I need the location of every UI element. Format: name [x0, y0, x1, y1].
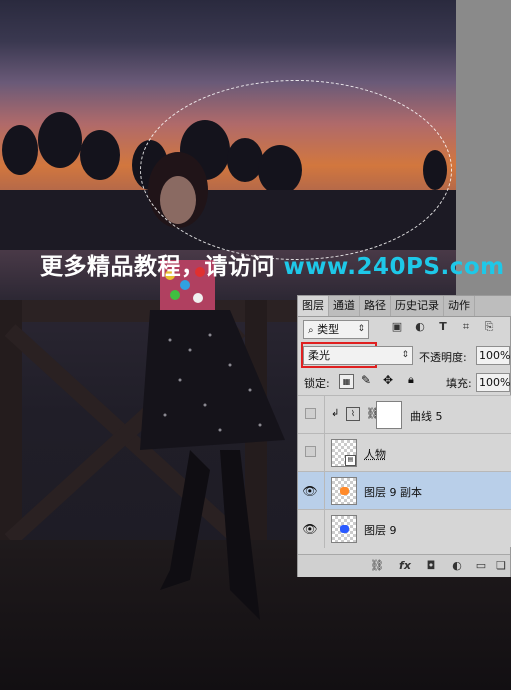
link-icon[interactable]: ⛓︎ — [370, 559, 384, 573]
lock-row: 锁定: ▦ ✎ ✥ 🔒︎ 填充: 100% — [298, 370, 511, 394]
filter-kind-select[interactable]: ⌕ 类型 ⇕ — [303, 320, 369, 339]
divider — [324, 434, 325, 472]
new-layer-icon[interactable]: ❏ — [494, 559, 508, 573]
lock-brush-icon[interactable]: ✎ — [361, 373, 371, 387]
eye-icon[interactable]: 👁︎ — [302, 521, 318, 537]
opacity-label: 不透明度: — [419, 349, 467, 365]
layer-mask-thumbnail — [376, 401, 402, 429]
lock-all-icon[interactable]: 🔒︎ — [408, 373, 414, 387]
layer-name: 曲线 5 — [410, 408, 443, 424]
fx-icon[interactable]: fx — [398, 559, 412, 573]
orange-paint-mark — [340, 487, 349, 495]
filter-row: ⌕ 类型 ⇕ ▣ ◐ T ⌗ ⎘ — [298, 317, 511, 341]
watermark: 更多精品教程，请访问 www.240PS.com — [40, 247, 505, 281]
panel-bottom-bar: ⛓︎ fx ◘ ◐ ▭ ❏ — [298, 554, 510, 577]
elliptical-selection[interactable] — [140, 80, 452, 260]
shape-filter-icon[interactable]: ⌗ — [459, 320, 473, 334]
tab-paths[interactable]: 路径 — [360, 296, 391, 316]
lock-transparent-icon[interactable]: ▦ — [339, 374, 354, 389]
layer-thumbnail: ▤ — [331, 439, 357, 467]
stepper-arrows-icon: ⇕ — [357, 321, 365, 338]
layer-row[interactable]: ↲ ⌇ ⛓︎ 曲线 5 — [298, 395, 511, 433]
watermark-url: www.240PS.com — [284, 254, 505, 280]
tab-channels[interactable]: 通道 — [329, 296, 360, 316]
fill-label: 填充: — [446, 375, 472, 391]
blend-mode-select[interactable]: 柔光 ⇕ — [303, 346, 413, 365]
blend-row: 柔光 ⇕ 不透明度: 100% — [298, 342, 511, 368]
divider — [324, 472, 325, 510]
divider — [324, 396, 325, 434]
smart-object-filter-icon[interactable]: ⎘ — [482, 320, 496, 334]
stepper-arrows-icon: ⇕ — [401, 347, 409, 364]
eye-icon[interactable]: 👁︎ — [302, 483, 318, 499]
curves-icon: ⌇ — [346, 407, 360, 421]
image-filter-icon[interactable]: ▣ — [390, 320, 404, 334]
layer-name: 图层 9 — [364, 522, 397, 538]
filter-kind-label: 类型 — [317, 323, 339, 336]
search-icon: ⌕ — [308, 325, 314, 336]
tab-history[interactable]: 历史记录 — [391, 296, 444, 316]
visibility-toggle[interactable] — [305, 408, 316, 419]
divider — [324, 510, 325, 548]
visibility-toggle[interactable] — [305, 446, 316, 457]
adjustment-layer-icon[interactable]: ◐ — [450, 559, 464, 573]
layer-thumbnail — [331, 515, 357, 543]
layer-row-selected[interactable]: 👁︎ 图层 9 副本 — [298, 471, 511, 509]
adjustment-filter-icon[interactable]: ◐ — [413, 320, 427, 334]
fill-input[interactable]: 100% — [476, 373, 510, 392]
blue-paint-mark — [340, 525, 349, 533]
type-filter-icon[interactable]: T — [436, 320, 450, 334]
smart-object-badge-icon: ▤ — [345, 455, 356, 466]
layers-panel: 图层 通道 路径 历史记录 动作 ⌕ 类型 ⇕ ▣ ◐ T ⌗ ⎘ 柔光 ⇕ 不… — [297, 295, 511, 577]
clip-arrow-icon: ↲ — [331, 408, 339, 419]
layer-name: 人物 — [364, 446, 386, 462]
tab-actions[interactable]: 动作 — [444, 296, 475, 316]
blend-mode-value: 柔光 — [308, 349, 330, 362]
mask-icon[interactable]: ◘ — [424, 559, 438, 573]
layer-row[interactable]: ▤ 人物 — [298, 433, 511, 471]
tab-layers[interactable]: 图层 — [298, 296, 329, 316]
lock-move-icon[interactable]: ✥ — [383, 373, 393, 387]
layer-row[interactable]: 👁︎ 图层 9 — [298, 509, 511, 547]
lock-label: 锁定: — [304, 375, 330, 391]
opacity-input[interactable]: 100% — [476, 346, 510, 365]
panel-tabs: 图层 通道 路径 历史记录 动作 — [298, 296, 511, 317]
layer-name: 图层 9 副本 — [364, 484, 422, 500]
folder-icon[interactable]: ▭ — [474, 559, 488, 573]
layer-thumbnail — [331, 477, 357, 505]
watermark-text: 更多精品教程，请访问 — [40, 254, 275, 280]
